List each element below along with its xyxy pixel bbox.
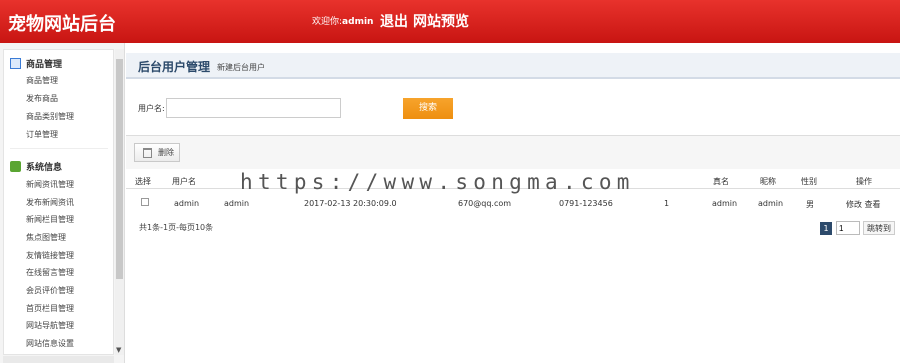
sidebar-item-goods-manage[interactable]: 商品管理 [26,75,58,86]
new-admin-user-link[interactable]: 新建后台用户 [217,62,265,73]
sidebar-item-focus-image[interactable]: 焦点图管理 [26,232,66,243]
row-checkbox[interactable] [141,198,149,206]
sidebar-item-orders[interactable]: 订单管理 [26,129,58,140]
site-preview-link[interactable]: 网站预览 [413,11,469,31]
pagination-info: 共1条-1页-每页10条 [139,223,214,232]
table-toolbar: 删除 [126,135,900,169]
delete-button[interactable]: 删除 [134,143,180,162]
sidebar-menu: 商品管理 商品管理 发布商品 商品类别管理 订单管理 系统信息 新闻资讯管理 发… [3,49,114,355]
sidebar-item-home-column[interactable]: 首页栏目管理 [26,303,74,314]
cell-status: 1 [664,199,670,208]
pagination-page-input[interactable] [836,221,860,235]
sidebar-item-navigation[interactable]: 网站导航管理 [26,320,74,331]
sidebar-item-messages[interactable]: 在线留言管理 [26,267,74,278]
sidebar-group-system[interactable]: 系统信息 [10,160,62,173]
sidebar-item-news-manage[interactable]: 新闻资讯管理 [26,179,74,190]
username-search-input[interactable] [166,98,341,118]
search-button[interactable]: 搜索 [403,98,453,119]
sidebar-group-label: 商品管理 [26,60,63,70]
cell-created-time: 2017-02-13 20:30:09.0 [304,199,397,208]
username-label: 用户名: [138,104,165,113]
table-row: admin admin 2017-02-13 20:30:09.0 670@qq… [126,193,900,213]
top-header: 宠物网站后台 欢迎你:admin 退出 网站预览 [0,0,900,43]
page-title: 后台用户管理 [138,60,211,74]
column-header-nickname: 昵称 [760,177,776,186]
cell-gender: 男 [806,200,814,209]
column-header-realname: 真名 [713,177,729,186]
pagination-go-button[interactable]: 跳转到 [863,221,895,235]
current-username: admin [342,17,374,27]
cell-nickname: admin [758,199,784,208]
sidebar-horizontal-scrollbar[interactable] [3,356,114,363]
sidebar-item-goods-category[interactable]: 商品类别管理 [26,111,74,122]
logout-link[interactable]: 退出 [380,11,408,31]
site-title: 宠物网站后台 [8,14,116,35]
cell-actions: 修改 查看 [846,199,881,210]
delete-label: 删除 [158,148,174,157]
sidebar: 商品管理 商品管理 发布商品 商品类别管理 订单管理 系统信息 新闻资讯管理 发… [0,43,125,363]
sidebar-item-site-settings[interactable]: 网站信息设置 [26,338,74,349]
scroll-down-icon[interactable]: ▼ [116,346,121,354]
column-header-username: 用户名 [172,177,196,186]
trash-icon [143,147,152,158]
welcome-prefix: 欢迎你: [312,17,343,27]
view-link[interactable]: 查看 [865,200,881,209]
cell-email: 670@qq.com [458,199,512,208]
sidebar-divider [10,148,108,149]
cell-phone: 0791-123456 [559,199,613,208]
sidebar-item-publish-goods[interactable]: 发布商品 [26,93,58,104]
sidebar-item-news-column[interactable]: 新闻栏目管理 [26,214,74,225]
system-icon [10,161,21,172]
sidebar-item-friend-links[interactable]: 友情链接管理 [26,250,74,261]
goods-icon [10,58,21,69]
main-content: 后台用户管理 新建后台用户 用户名: 搜索 删除 选择 用户名 真名 昵称 性别… [126,43,900,363]
sidebar-item-reviews[interactable]: 会员评价管理 [26,285,74,296]
edit-link[interactable]: 修改 [846,200,862,209]
sidebar-scrollbar[interactable]: ▼ [115,49,124,355]
scroll-thumb[interactable] [116,59,123,279]
column-header-select: 选择 [135,177,151,186]
column-header-gender: 性别 [801,177,817,186]
sidebar-item-publish-news[interactable]: 发布新闻资讯 [26,197,74,208]
page-title-bar: 后台用户管理 新建后台用户 [126,53,900,79]
cell-realname: admin [712,199,738,208]
sidebar-group-goods[interactable]: 商品管理 [10,57,62,70]
column-header-actions: 操作 [856,177,872,186]
pagination-current-page[interactable]: 1 [820,222,832,235]
welcome-text: 欢迎你:admin [312,14,373,27]
cell-username: admin [174,199,200,208]
watermark-text: https://www.songma.com [240,170,635,194]
sidebar-group-label: 系统信息 [26,163,63,173]
cell-password: admin [224,199,250,208]
